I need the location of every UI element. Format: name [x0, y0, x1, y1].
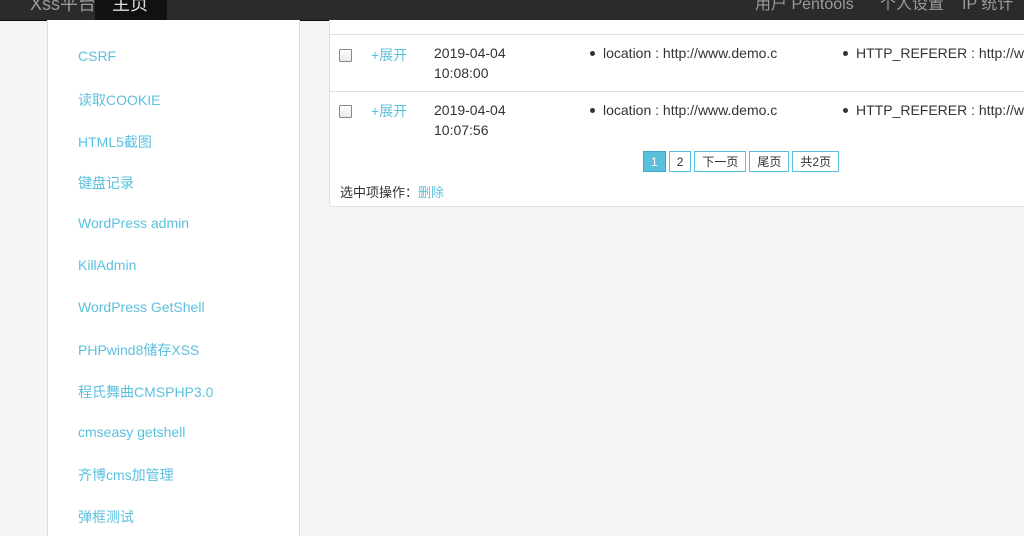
record-time: 2019-04-04 10:07:56	[434, 100, 506, 140]
bullet-icon	[843, 107, 848, 113]
sidebar-item-qibo-cms[interactable]: 齐博cms加管理	[78, 465, 174, 485]
sidebar-module-list: CSRF 读取COOKIE HTML5截图 键盘记录 WordPress adm…	[47, 20, 300, 536]
sidebar-item-wordpress-getshell[interactable]: WordPress GetShell	[78, 299, 205, 315]
sidebar-item-csrf[interactable]: CSRF	[78, 48, 116, 64]
selected-ops: 选中项操作：删除	[340, 182, 444, 201]
top-navbar: Xss平台 主页 用户 Pentools 个人设置 IP 统计	[0, 0, 1024, 21]
row-checkbox[interactable]	[339, 105, 352, 118]
last-page-button[interactable]: 尾页	[749, 151, 790, 172]
page-2-button[interactable]: 2	[668, 151, 692, 172]
sidebar-item-keylogger[interactable]: 键盘记录	[78, 173, 134, 193]
bullet-icon	[843, 50, 848, 56]
expand-link[interactable]: +展开	[371, 101, 407, 121]
referer-text: HTTP_REFERER : http://w	[856, 102, 1024, 118]
nav-home-active[interactable]: 主页	[95, 0, 167, 20]
sidebar-item-html5-screenshot[interactable]: HTML5截图	[78, 132, 152, 152]
row-checkbox[interactable]	[339, 49, 352, 62]
total-pages-label: 共2页	[792, 151, 840, 172]
next-page-button[interactable]: 下一页	[694, 151, 747, 172]
location-cell: location : http://www.demo.c	[590, 102, 780, 118]
brand-title[interactable]: Xss平台	[30, 0, 96, 16]
nav-ip-stats[interactable]: IP 统计	[962, 0, 1013, 14]
record-time: 2019-04-04 10:08:00	[434, 43, 506, 83]
location-text: location : http://www.demo.c	[603, 102, 778, 118]
referer-cell: HTTP_REFERER : http://w	[843, 45, 1024, 61]
referer-cell: HTTP_REFERER : http://w	[843, 102, 1024, 118]
sidebar-item-wordpress-admin[interactable]: WordPress admin	[78, 215, 189, 231]
sidebar-item-alert-test[interactable]: 弹框测试	[78, 507, 134, 527]
record-clock: 10:08:00	[434, 65, 489, 81]
sidebar-item-phpwind8-xss[interactable]: PHPwind8储存XSS	[78, 340, 199, 360]
pagination: 1 2 下一页 尾页 共2页	[643, 151, 840, 172]
delete-selected-link[interactable]: 删除	[418, 185, 444, 200]
sidebar-item-cmseasy-getshell[interactable]: cmseasy getshell	[78, 424, 185, 440]
location-cell: location : http://www.demo.c	[590, 45, 780, 61]
sidebar-item-killadmin[interactable]: KillAdmin	[78, 257, 136, 273]
record-date: 2019-04-04	[434, 45, 506, 61]
nav-home-label: 主页	[112, 0, 148, 14]
nav-user[interactable]: 用户 Pentools	[755, 0, 854, 14]
bullet-icon	[590, 50, 595, 56]
sidebar-item-chengshi-cms[interactable]: 程氏舞曲CMSPHP3.0	[78, 382, 213, 402]
record-date: 2019-04-04	[434, 102, 506, 118]
sidebar-item-read-cookie[interactable]: 读取COOKIE	[78, 90, 160, 110]
nav-settings[interactable]: 个人设置	[880, 0, 944, 14]
row-divider	[330, 91, 1024, 92]
expand-link[interactable]: +展开	[371, 45, 407, 65]
records-panel: +展开 2019-04-04 10:08:00 location : http:…	[329, 20, 1024, 207]
location-text: location : http://www.demo.c	[603, 45, 778, 61]
record-clock: 10:07:56	[434, 122, 489, 138]
page-1-button[interactable]: 1	[643, 151, 666, 172]
referer-text: HTTP_REFERER : http://w	[856, 45, 1024, 61]
bullet-icon	[590, 107, 595, 113]
selected-ops-label: 选中项操作：	[340, 185, 419, 200]
row-divider	[330, 34, 1024, 35]
